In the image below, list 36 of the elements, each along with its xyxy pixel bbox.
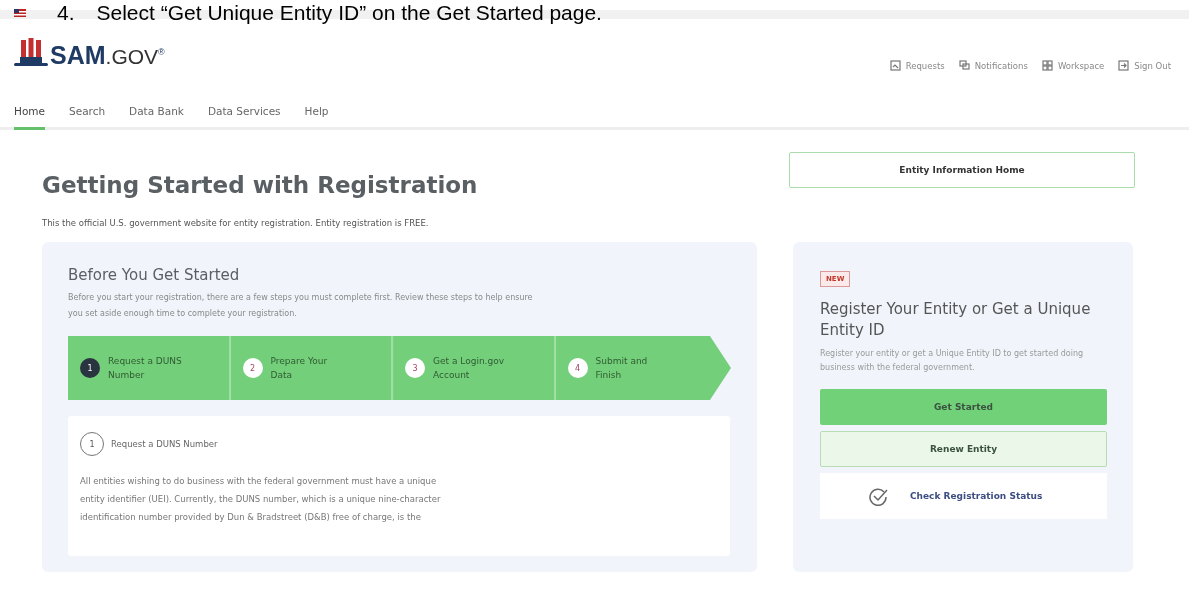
step-text-line: entity identifier (UEI). Currently, the DUNS number, which is a unique nine-character <box>80 493 442 506</box>
header-link[interactable]: Requests <box>889 60 945 71</box>
card-text: Register your entity or get a Unique Entity ID to get started doing business with the federal government. <box>820 348 1085 374</box>
sign-out-icon <box>1118 60 1130 71</box>
logo-text: SAM.GOV$^{®}$ <box>50 43 165 68</box>
grid-icon <box>1041 60 1053 71</box>
step-tab[interactable]: 4 Submit and Finish <box>555 336 731 400</box>
nav-tab[interactable]: Home <box>14 99 45 130</box>
instruction-text: Select “Get Unique Entity ID” on the Get Started page. <box>96 1 602 25</box>
nav-tab[interactable]: Search <box>69 99 106 130</box>
step-text-line: identification number provided by Dun & Bradstreet (D&B) free of charge, is the <box>80 511 422 524</box>
header-link[interactable]: Notifications <box>958 60 1028 71</box>
header-link[interactable]: Workspace <box>1041 60 1105 71</box>
step-number: 4. <box>57 1 75 25</box>
card-title: Register Your Entity or Get a Unique Entity ID <box>820 299 1092 341</box>
step-tab[interactable]: 3 Get a Login.gov Account <box>393 336 556 400</box>
status-link[interactable]: Check Registration Status <box>910 491 1043 501</box>
entity-information-button[interactable]: Entity Information Home <box>789 152 1135 188</box>
section-text: Before you start your registration, there are a few steps you must complete first. Review these steps to help ensure you set aside enough time to complete your registration. <box>68 292 534 320</box>
section-title: Before You Get Started <box>68 266 241 284</box>
page-title: Getting Started with Registration <box>42 172 478 198</box>
chat-icon <box>958 60 970 71</box>
step-tab[interactable]: 1 Request a DUNS Number <box>68 336 231 400</box>
nav-tab[interactable]: Help <box>304 99 329 130</box>
intro-text: This the official U.S. government website for entity registration. Entity registration is FREE. <box>42 218 430 228</box>
nav-tab[interactable]: Data Services <box>207 99 281 130</box>
renew-entity-button[interactable]: Renew Entity <box>820 431 1107 467</box>
get-started-button[interactable]: Get Started <box>820 389 1107 425</box>
header-link[interactable]: Sign Out <box>1118 60 1171 71</box>
hat-logo-icon <box>14 38 48 68</box>
step-tab[interactable]: 2 Prepare Your Data <box>230 336 394 400</box>
step-title: Request a DUNS Number <box>111 439 218 449</box>
flag-icon <box>14 9 26 17</box>
check-icon <box>868 486 888 506</box>
nav-tab[interactable]: Data Bank <box>129 99 184 130</box>
step-text-line: All entities wishing to do business with the federal government must have a unique <box>80 475 438 488</box>
